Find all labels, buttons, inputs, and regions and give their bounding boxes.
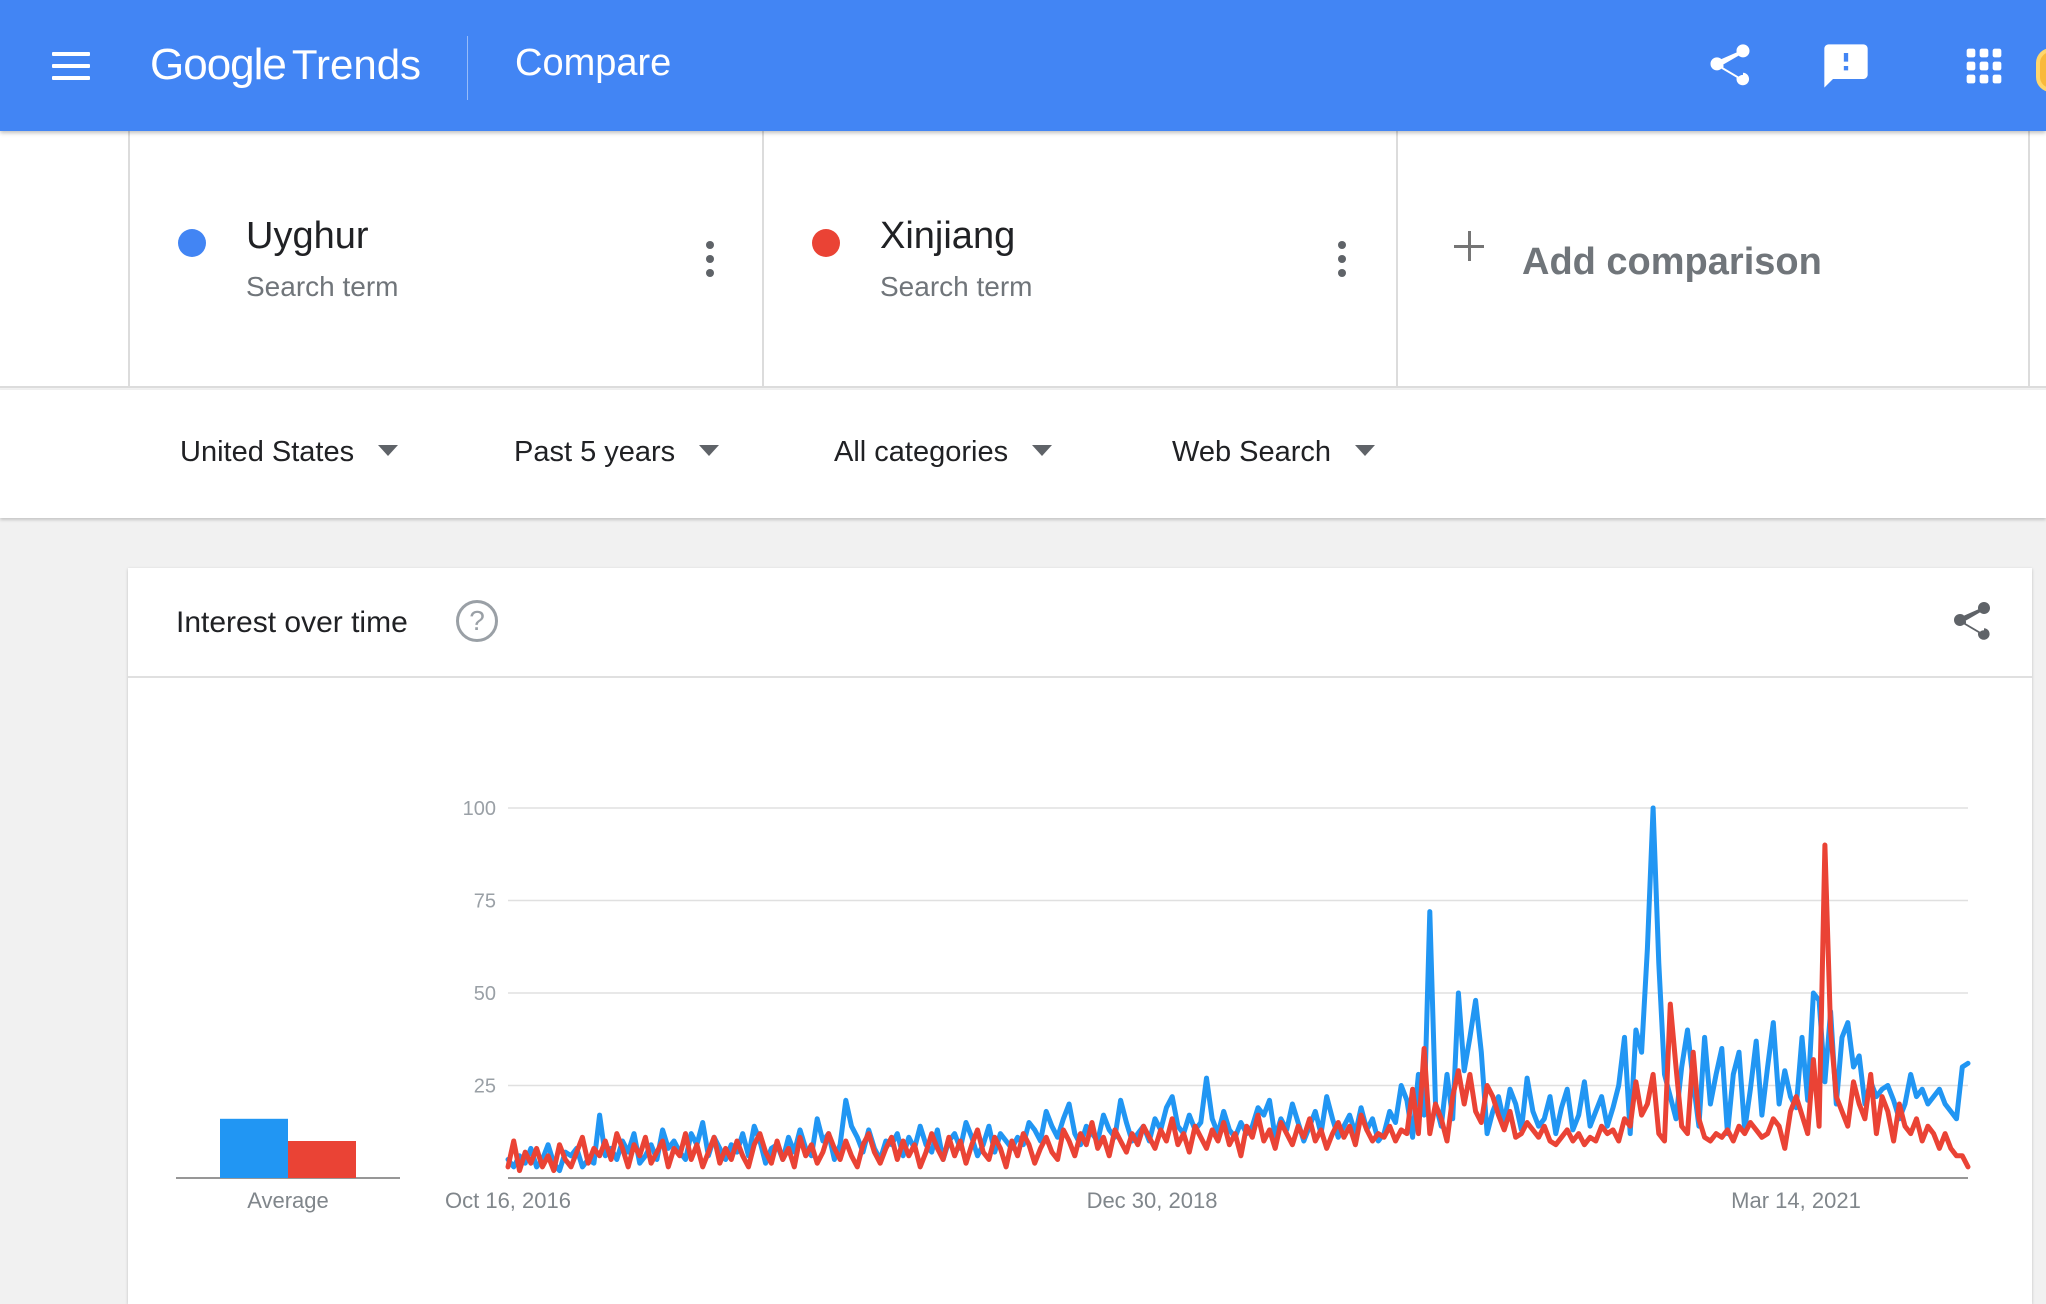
x-tick-label: Mar 14, 2021 bbox=[1731, 1188, 1861, 1213]
help-icon[interactable]: ? bbox=[456, 600, 498, 642]
page-title: Compare bbox=[515, 42, 672, 84]
more-vert-icon[interactable] bbox=[1334, 241, 1350, 281]
logo-google-text: Google bbox=[150, 40, 287, 89]
card-title: Interest over time bbox=[176, 606, 408, 639]
time-range-dropdown[interactable]: Past 5 years bbox=[514, 436, 720, 476]
apps-grid-icon[interactable] bbox=[1958, 40, 2010, 92]
term-type: Search term bbox=[246, 271, 399, 302]
add-comparison-button[interactable]: Add comparison bbox=[1396, 131, 2030, 388]
menu-icon[interactable] bbox=[52, 52, 90, 80]
average-bar bbox=[220, 1118, 288, 1178]
google-trends-logo[interactable]: Google Trends bbox=[150, 40, 421, 96]
top-app-bar: Google Trends Compare bbox=[0, 0, 2046, 131]
term-type: Search term bbox=[880, 271, 1033, 302]
average-label: Average bbox=[247, 1188, 329, 1213]
y-tick-label: 75 bbox=[474, 891, 496, 913]
region-dropdown[interactable]: United States bbox=[180, 436, 399, 476]
series-line-uyghur[interactable] bbox=[505, 805, 1971, 1174]
time-range-value: Past 5 years bbox=[514, 436, 676, 468]
dropdown-arrow-icon bbox=[699, 444, 720, 456]
trends-app: GoogleTrends Compare Uyghur Search term bbox=[0, 0, 2046, 1304]
interest-over-time-card: Interest over time ? 100 75 50 25 Average Oct… bbox=[128, 568, 2032, 1304]
term-name: Xinjiang bbox=[880, 215, 1016, 257]
share-icon[interactable] bbox=[1704, 40, 1756, 92]
share-icon[interactable] bbox=[1948, 598, 1996, 646]
y-tick-label: 100 bbox=[463, 798, 496, 820]
term-card-2[interactable]: Xinjiang Search term bbox=[762, 131, 1396, 388]
region-value: United States bbox=[180, 436, 355, 468]
series-color-dot bbox=[812, 229, 840, 257]
dropdown-arrow-icon bbox=[378, 444, 399, 456]
category-value: All categories bbox=[834, 436, 1009, 468]
series-color-dot bbox=[178, 229, 206, 257]
more-vert-icon[interactable] bbox=[702, 241, 718, 281]
dropdown-arrow-icon bbox=[1355, 444, 1376, 456]
average-bar bbox=[288, 1141, 356, 1178]
search-property-dropdown[interactable]: Web Search bbox=[1172, 436, 1376, 476]
term-name: Uyghur bbox=[246, 215, 369, 257]
dropdown-arrow-icon bbox=[1032, 444, 1053, 456]
add-icon bbox=[1452, 229, 1486, 263]
search-property-value: Web Search bbox=[1172, 436, 1332, 468]
card-header: Interest over time ? bbox=[128, 568, 2032, 678]
logo-trends-text: Trends bbox=[291, 41, 422, 88]
term-card-1[interactable]: Uyghur Search term bbox=[128, 131, 762, 388]
comparison-terms-row: Uyghur Search term Xinjiang Search term … bbox=[0, 131, 2046, 388]
x-tick-label: Oct 16, 2016 bbox=[445, 1188, 571, 1213]
category-dropdown[interactable]: All categories bbox=[834, 436, 1053, 476]
filter-bar: United States Past 5 years All categorie… bbox=[0, 390, 2046, 518]
header-divider bbox=[467, 36, 468, 100]
avatar[interactable] bbox=[2036, 48, 2046, 92]
y-tick-label: 25 bbox=[474, 1076, 496, 1098]
series-line-xinjiang[interactable] bbox=[505, 842, 1971, 1174]
y-tick-label: 50 bbox=[474, 983, 496, 1005]
feedback-icon[interactable] bbox=[1820, 40, 1872, 92]
add-comparison-label: Add comparison bbox=[1522, 241, 1822, 283]
interest-chart[interactable]: 100 75 50 25 Average Oct 16, 2016 Dec 30, 2018… bbox=[128, 678, 2032, 1304]
x-tick-label: Dec 30, 2018 bbox=[1087, 1188, 1218, 1213]
